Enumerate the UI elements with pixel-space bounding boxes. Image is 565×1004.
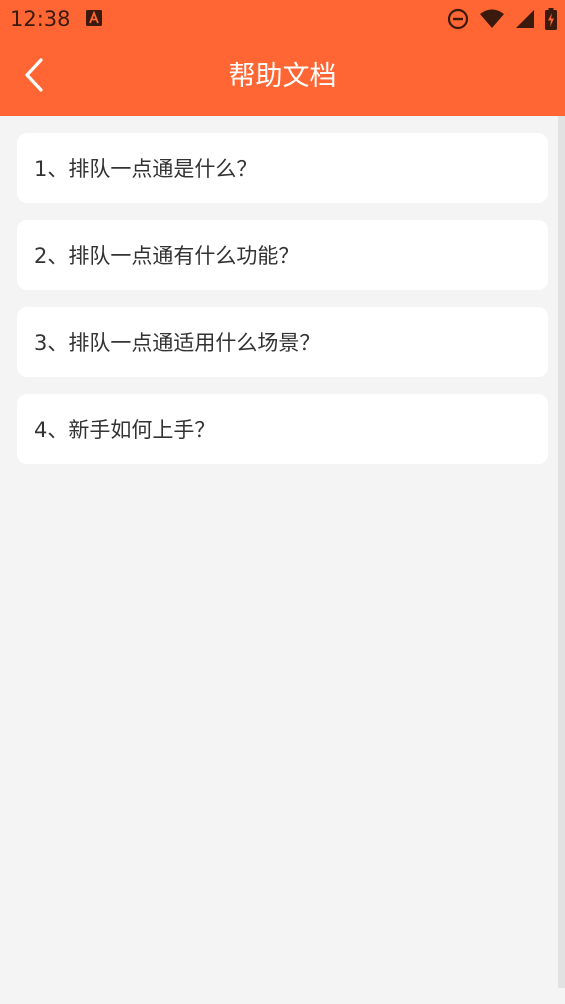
help-item-getting-started[interactable]: 4、新手如何上手？	[17, 394, 548, 464]
help-item-features[interactable]: 2、排队一点通有什么功能？	[17, 220, 548, 290]
wifi-icon	[479, 9, 505, 29]
cellular-signal-icon	[515, 9, 535, 29]
battery-charging-icon	[545, 8, 557, 30]
help-item-scenarios[interactable]: 3、排队一点通适用什么场景？	[17, 307, 548, 377]
help-item-label: 4、新手如何上手？	[34, 418, 216, 442]
app-bar: 12:38 帮助文档	[0, 0, 565, 116]
status-bar: 12:38	[0, 0, 565, 38]
help-item-what-is[interactable]: 1、排队一点通是什么？	[17, 133, 548, 203]
help-item-label: 2、排队一点通有什么功能？	[34, 244, 300, 268]
page-title: 帮助文档	[228, 61, 337, 92]
notification-a-icon	[86, 10, 102, 26]
status-time: 12:38	[10, 7, 71, 31]
scrollbar[interactable]	[558, 116, 565, 988]
toolbar: 帮助文档	[0, 38, 565, 116]
do-not-disturb-icon	[447, 8, 469, 30]
status-icons	[447, 7, 557, 31]
help-item-label: 3、排队一点通适用什么场景？	[34, 331, 321, 355]
help-item-label: 1、排队一点通是什么？	[34, 157, 258, 181]
help-content: 1、排队一点通是什么？ 2、排队一点通有什么功能？ 3、排队一点通适用什么场景？…	[0, 116, 558, 1004]
